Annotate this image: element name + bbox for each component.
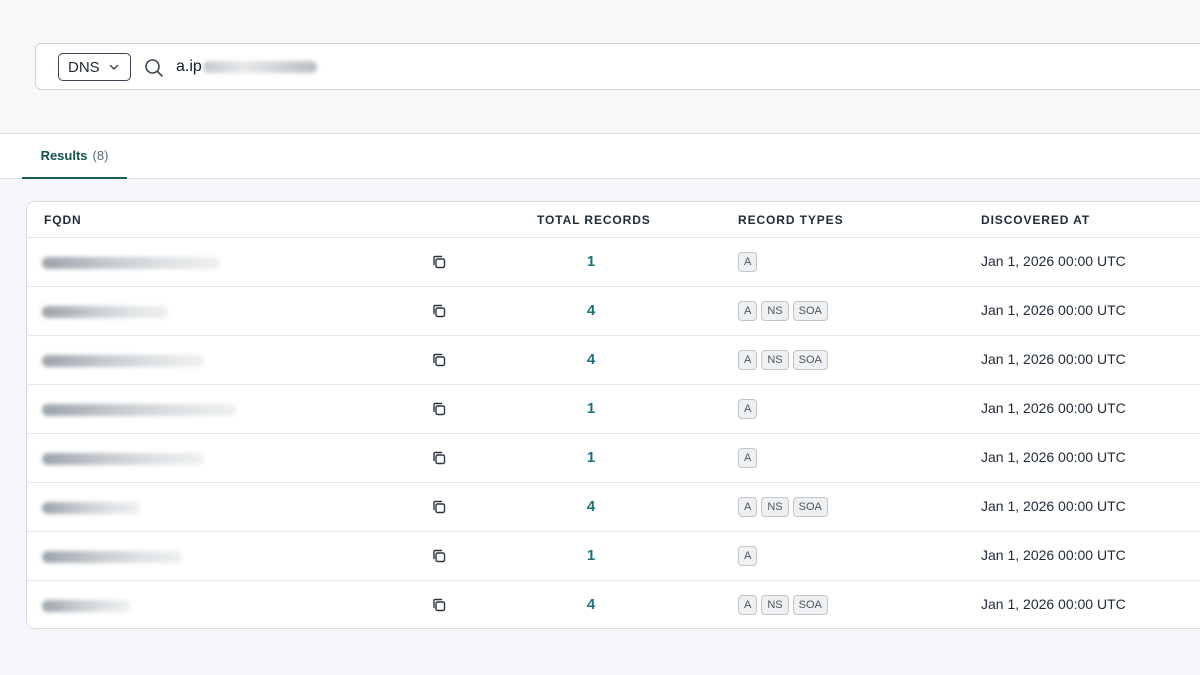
- total-records-link[interactable]: 1: [581, 547, 601, 564]
- total-records-link[interactable]: 1: [581, 253, 601, 270]
- record-types: A NS SOA: [738, 497, 828, 517]
- record-types: A: [738, 399, 758, 419]
- record-type-badge: A: [738, 448, 758, 468]
- table-header: FQDN TOTAL RECORDS RECORD TYPES DISCOVER…: [27, 202, 1200, 238]
- record-types: A NS SOA: [738, 350, 828, 370]
- record-type-badge: SOA: [792, 350, 828, 370]
- table-row[interactable]: 4 A NS SOA Jan 1, 2026 00:00 UTC: [27, 336, 1200, 385]
- copy-icon[interactable]: [431, 450, 447, 466]
- record-type-badge: A: [738, 399, 758, 419]
- record-type-badge: A: [738, 252, 758, 272]
- header-total-records: TOTAL RECORDS: [537, 213, 651, 227]
- record-type-badge: NS: [761, 350, 789, 370]
- header-record-types: RECORD TYPES: [738, 213, 844, 227]
- record-type-badge: NS: [761, 595, 789, 615]
- record-type-badge: A: [738, 350, 758, 370]
- redacted-fqdn: [42, 502, 140, 514]
- record-type-badge: SOA: [792, 497, 828, 517]
- search-icon: [145, 59, 163, 77]
- record-type-badge: SOA: [792, 301, 828, 321]
- record-types: A: [738, 252, 758, 272]
- tabs-bar: Results (8): [0, 134, 1200, 179]
- header-fqdn: FQDN: [44, 213, 82, 227]
- copy-icon[interactable]: [431, 499, 447, 515]
- discovered-at: Jan 1, 2026 00:00 UTC: [981, 596, 1126, 612]
- record-type-badge: SOA: [792, 595, 828, 615]
- record-type-badge: A: [738, 497, 758, 517]
- total-records-link[interactable]: 1: [581, 449, 601, 466]
- total-records-link[interactable]: 4: [581, 351, 601, 368]
- table-row[interactable]: 1 A Jan 1, 2026 00:00 UTC: [27, 238, 1200, 287]
- chevron-down-icon: [109, 64, 119, 70]
- tab-results[interactable]: Results (8): [22, 134, 127, 179]
- redacted-fqdn: [42, 404, 236, 416]
- total-records-link[interactable]: 4: [581, 596, 601, 613]
- search-type-dropdown[interactable]: DNS: [58, 53, 131, 81]
- copy-icon[interactable]: [431, 254, 447, 270]
- discovered-at: Jan 1, 2026 00:00 UTC: [981, 302, 1126, 318]
- redacted-fqdn: [42, 306, 168, 318]
- search-query-text: a.ip: [176, 58, 202, 75]
- redacted-query: [202, 61, 317, 73]
- table-row[interactable]: 4 A NS SOA Jan 1, 2026 00:00 UTC: [27, 483, 1200, 532]
- redacted-fqdn: [42, 355, 204, 367]
- discovered-at: Jan 1, 2026 00:00 UTC: [981, 400, 1126, 416]
- record-type-badge: NS: [761, 301, 789, 321]
- table-row[interactable]: 1 A Jan 1, 2026 00:00 UTC: [27, 434, 1200, 483]
- table-row[interactable]: 1 A Jan 1, 2026 00:00 UTC: [27, 385, 1200, 434]
- redacted-fqdn: [42, 551, 182, 563]
- discovered-at: Jan 1, 2026 00:00 UTC: [981, 253, 1126, 269]
- record-types: A NS SOA: [738, 595, 828, 615]
- total-records-link[interactable]: 4: [581, 498, 601, 515]
- copy-icon[interactable]: [431, 548, 447, 564]
- discovered-at: Jan 1, 2026 00:00 UTC: [981, 547, 1126, 563]
- discovered-at: Jan 1, 2026 00:00 UTC: [981, 351, 1126, 367]
- record-type-badge: A: [738, 546, 758, 566]
- record-type-badge: A: [738, 301, 758, 321]
- record-type-badge: NS: [761, 497, 789, 517]
- discovered-at: Jan 1, 2026 00:00 UTC: [981, 498, 1126, 514]
- search-area: DNS a.ip: [0, 0, 1200, 134]
- discovered-at: Jan 1, 2026 00:00 UTC: [981, 449, 1126, 465]
- tab-results-count: (8): [92, 148, 109, 163]
- redacted-fqdn: [42, 600, 130, 612]
- table-row[interactable]: 4 A NS SOA Jan 1, 2026 00:00 UTC: [27, 581, 1200, 628]
- tab-results-label: Results: [40, 148, 88, 163]
- redacted-fqdn: [42, 257, 220, 269]
- total-records-link[interactable]: 1: [581, 400, 601, 417]
- record-types: A: [738, 448, 758, 468]
- record-types: A NS SOA: [738, 301, 828, 321]
- total-records-link[interactable]: 4: [581, 302, 601, 319]
- record-types: A: [738, 546, 758, 566]
- redacted-fqdn: [42, 453, 204, 465]
- copy-icon[interactable]: [431, 352, 447, 368]
- record-type-badge: A: [738, 595, 758, 615]
- table-row[interactable]: 4 A NS SOA Jan 1, 2026 00:00 UTC: [27, 287, 1200, 336]
- table-row[interactable]: 1 A Jan 1, 2026 00:00 UTC: [27, 532, 1200, 581]
- copy-icon[interactable]: [431, 597, 447, 613]
- search-bar[interactable]: DNS a.ip: [35, 43, 1200, 90]
- copy-icon[interactable]: [431, 401, 447, 417]
- header-discovered-at: DISCOVERED AT: [981, 213, 1091, 227]
- search-input[interactable]: a.ip: [176, 55, 576, 79]
- results-table: FQDN TOTAL RECORDS RECORD TYPES DISCOVER…: [26, 201, 1200, 629]
- copy-icon[interactable]: [431, 303, 447, 319]
- search-type-label: DNS: [68, 58, 100, 76]
